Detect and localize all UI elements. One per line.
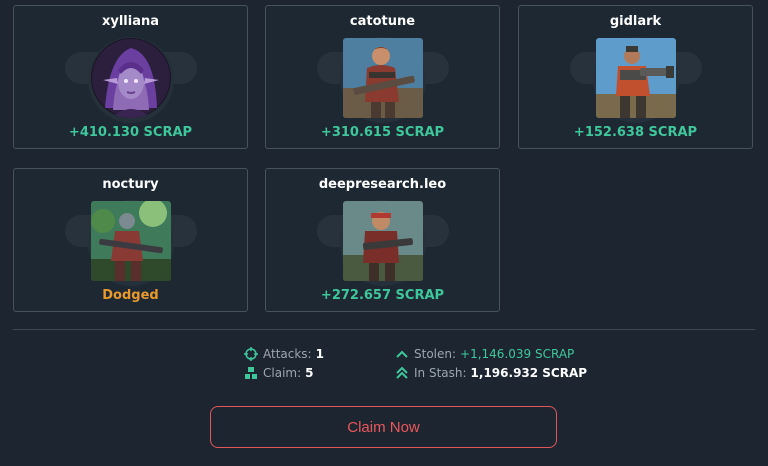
player-card: gidlark +152.638 SCRAP bbox=[518, 5, 753, 149]
player-card: xylliana +410.130 SCRAP bbox=[13, 5, 248, 149]
double-chevron-up-icon bbox=[395, 366, 409, 380]
stolen-stat: Stolen: +1,146.039 SCRAP bbox=[395, 347, 574, 361]
player-result: +310.615 SCRAP bbox=[320, 125, 445, 140]
stash-stat: In Stash: 1,196.932 SCRAP bbox=[395, 366, 587, 380]
player-card: catotune +310.615 SCRAP bbox=[265, 5, 500, 149]
stash-label: In Stash: bbox=[414, 366, 467, 380]
player-name: catotune bbox=[349, 14, 416, 29]
attacks-value: 1 bbox=[315, 347, 324, 361]
jungle-soldier-avatar bbox=[90, 201, 171, 281]
chevron-up-icon bbox=[395, 347, 409, 361]
divider bbox=[13, 329, 755, 330]
player-card: noctury Dodged bbox=[13, 168, 248, 312]
claim-label: Claim: bbox=[263, 366, 302, 380]
attacks-label: Attacks: bbox=[263, 347, 312, 361]
player-name: xylliana bbox=[101, 14, 160, 29]
heavy-gunner-avatar bbox=[595, 38, 676, 118]
elf-woman-avatar bbox=[90, 38, 171, 118]
player-name: deepresearch.leo bbox=[318, 177, 447, 192]
player-result: +152.638 SCRAP bbox=[573, 125, 698, 140]
attacks-stat: Attacks: 1 bbox=[244, 347, 324, 361]
soldier-avatar bbox=[342, 38, 423, 118]
stolen-value: +1,146.039 SCRAP bbox=[460, 347, 575, 361]
player-name: gidlark bbox=[609, 14, 662, 29]
player-name: noctury bbox=[102, 177, 159, 192]
commando-avatar bbox=[342, 201, 423, 281]
player-result: +272.657 SCRAP bbox=[320, 288, 445, 303]
boxes-icon bbox=[244, 366, 258, 380]
player-card: deepresearch.leo +272.657 SCRAP bbox=[265, 168, 500, 312]
stolen-label: Stolen: bbox=[414, 347, 457, 361]
stash-value: 1,196.932 SCRAP bbox=[470, 366, 588, 380]
claim-now-button[interactable]: Claim Now bbox=[210, 406, 557, 448]
player-result: Dodged bbox=[102, 288, 159, 303]
player-result: +410.130 SCRAP bbox=[68, 125, 193, 140]
claim-stat: Claim: 5 bbox=[244, 366, 314, 380]
crosshair-icon bbox=[244, 347, 258, 361]
claim-value: 5 bbox=[305, 366, 314, 380]
